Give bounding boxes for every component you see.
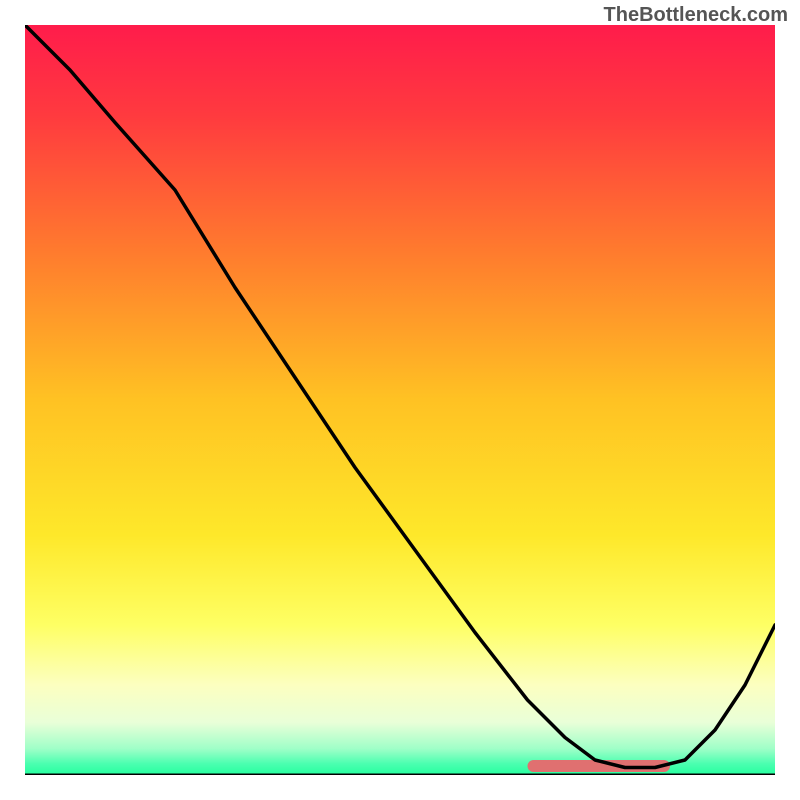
chart-container: [25, 25, 775, 775]
watermark-text: TheBottleneck.com: [604, 4, 788, 27]
gradient-background: [25, 25, 775, 775]
bottleneck-chart: [25, 25, 775, 775]
